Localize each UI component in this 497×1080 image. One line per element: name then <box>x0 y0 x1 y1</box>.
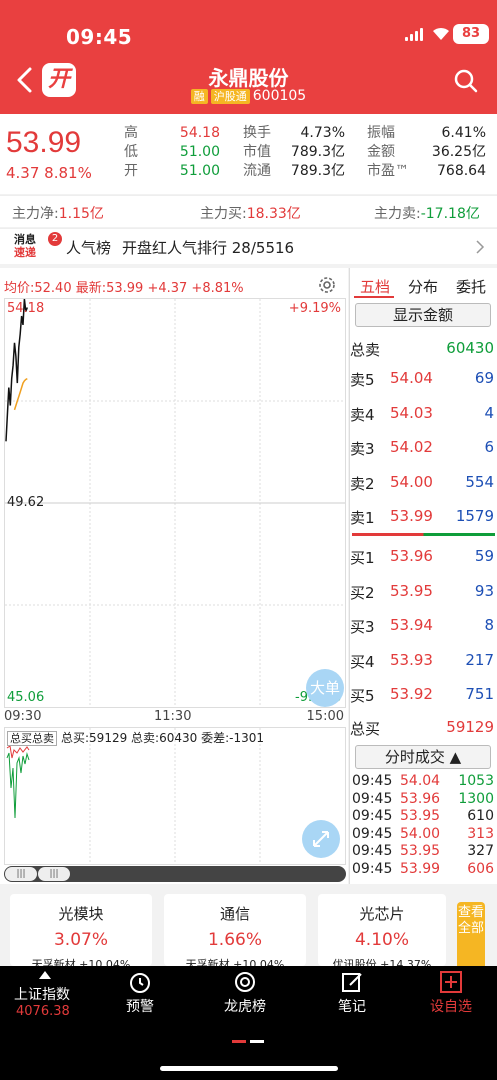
ask-row[interactable]: 卖3 54.02 6 <box>350 436 496 460</box>
time-start: 09:30 <box>4 709 42 724</box>
sector-cards: 光模块 3.07% 天孚新材 +10.04% 通信 1.66% 天孚新材 +10.04%… <box>0 884 497 971</box>
home-indicator <box>160 1066 338 1071</box>
price-chart[interactable]: 54.18 +9.19% 49.62 45.06 -9.19% 大单 <box>4 298 346 708</box>
hgt-tag: 沪股通 <box>210 89 250 104</box>
tick-row: 09:45 53.96 1300 <box>352 790 494 807</box>
tick-row: 09:45 53.95 610 <box>352 808 494 824</box>
show-amount-button[interactable]: 显示金额 <box>355 303 491 327</box>
bid-row[interactable]: 买3 53.94 8 <box>350 614 496 638</box>
order-volume-svg <box>6 728 261 864</box>
chart-info: 均价:52.40 最新:53.99 +4.37 +8.81% <box>4 281 244 296</box>
expand-icon[interactable] <box>302 820 340 858</box>
quote-col-2: 换手 4.73% 市值 789.3亿 流通 789.3亿 <box>243 125 345 179</box>
nav-alert[interactable]: 预警 <box>126 970 154 1016</box>
target-icon <box>235 972 255 992</box>
nav-add-watchlist[interactable]: 设自选 <box>430 970 472 1016</box>
battery-icon: 83 <box>453 24 489 44</box>
margin-tag: 融 <box>190 89 208 104</box>
scroll-handle-right[interactable]: ||| <box>38 867 70 881</box>
price-change: 4.37 8.81% <box>6 164 92 182</box>
index-value: 4076.38 <box>16 1004 70 1019</box>
y-bot-label: 45.06 <box>7 690 45 705</box>
alarm-clock-icon <box>130 973 150 993</box>
ask-row[interactable]: 卖4 54.03 4 <box>350 402 496 426</box>
time-mid: 11:30 <box>154 709 192 724</box>
app-header: 09:45 83 开 永鼎股份 融沪股通 600105 <box>0 0 497 114</box>
nav-dragon-tiger[interactable]: 龙虎榜 <box>224 970 266 1016</box>
quote-col-1: 高 54.18 低 51.00 开 51.00 <box>124 125 220 179</box>
tab-orders[interactable]: 委托 <box>456 276 486 297</box>
price-chart-svg <box>5 299 345 707</box>
y-mid-label: 49.62 <box>7 495 45 510</box>
signal-icon <box>405 27 423 41</box>
stock-subtitle: 融沪股通 600105 <box>0 88 497 104</box>
capital-flow-bar[interactable]: 主力净:1.15亿 主力买:18.33亿 主力卖:-17.18亿 <box>0 195 497 227</box>
big-order-button[interactable]: 大单 <box>306 669 344 707</box>
ask-row[interactable]: 卖1 53.99 1579 <box>350 505 496 529</box>
tick-row: 09:45 53.95 327 <box>352 843 494 859</box>
bid-row[interactable]: 买2 53.95 93 <box>350 580 496 604</box>
news-text: 开盘红人气排行 28/5516 <box>122 239 295 257</box>
settings-gear-icon[interactable] <box>316 274 338 296</box>
order-book-panel: 五档 分布 委托 显示金额 总卖 60430 卖5 54.04 69 卖4 54.03 4 卖… <box>349 268 497 884</box>
bottom-nav: 上证指数 4076.38 预警 龙虎榜 笔记 设自选 <box>0 966 497 1080</box>
ask-row[interactable]: 卖5 54.04 69 <box>350 367 496 391</box>
spread-divider <box>352 533 495 536</box>
tab-distribution[interactable]: 分布 <box>408 276 438 297</box>
scroll-handle-left[interactable]: ||| <box>5 867 37 881</box>
stock-code: 600105 <box>252 88 307 104</box>
intraday-chart-panel: 均价:52.40 最新:53.99 +4.37 +8.81% 54.18 +9.… <box>0 268 348 884</box>
sub-chart-header: 总买总卖 总买:59129 总卖:60430 委差:-1301 <box>7 729 264 746</box>
sector-card[interactable]: 光芯片 4.10% 优讯股份 +14.37% <box>318 894 446 971</box>
tab-five-level[interactable]: 五档 <box>360 276 390 297</box>
tick-trades-toggle[interactable]: 分时成交 ▲ <box>355 745 491 769</box>
add-square-icon <box>440 971 462 993</box>
news-badge: 2 <box>48 232 62 246</box>
page-indicator <box>232 1040 264 1043</box>
wifi-icon <box>433 27 449 40</box>
note-edit-icon <box>342 973 362 992</box>
ask-row[interactable]: 卖2 54.00 554 <box>350 471 496 495</box>
y-top-label: 54.18 <box>7 301 45 316</box>
sector-card[interactable]: 光模块 3.07% 天孚新材 +10.04% <box>10 894 152 971</box>
status-time: 09:45 <box>66 25 133 49</box>
avg-price-line <box>13 377 28 411</box>
chart-scrollbar[interactable]: ||| ||| <box>4 866 346 882</box>
news-tag: 人气榜 <box>66 239 112 257</box>
view-all-button[interactable]: 查看全部 <box>457 902 485 966</box>
bid-row[interactable]: 买4 53.93 217 <box>350 649 496 673</box>
total-buy-row: 总买 59129 <box>350 718 494 738</box>
sector-card[interactable]: 通信 1.66% 天孚新材 +10.04% <box>164 894 306 971</box>
nav-notes[interactable]: 笔记 <box>338 970 366 1016</box>
status-icons <box>405 26 451 41</box>
tick-row: 09:45 53.99 606 <box>352 860 494 877</box>
main-sell: 主力卖:-17.18亿 <box>374 206 480 222</box>
tick-row: 09:45 54.04 1053 <box>352 773 494 789</box>
bid-row[interactable]: 买5 53.92 751 <box>350 683 496 707</box>
pct-top-label: +9.19% <box>288 301 341 316</box>
news-ticker[interactable]: 消息 速递 2 人气榜 开盘红人气排行 28/5516 <box>0 228 497 264</box>
quote-panel: 53.99 4.37 8.81% 高 54.18 低 51.00 开 51.00 换手… <box>0 114 497 194</box>
sub-chart-select[interactable]: 总买总卖 <box>7 731 57 746</box>
index-name[interactable]: 上证指数 <box>14 984 70 1004</box>
time-axis: 09:30 11:30 15:00 <box>4 708 346 726</box>
last-price: 53.99 <box>6 126 82 159</box>
order-book-tabs: 五档 分布 委托 <box>350 270 497 298</box>
main-buy: 主力买:18.33亿 <box>200 206 301 222</box>
bid-row[interactable]: 买1 53.96 59 <box>350 545 496 569</box>
total-sell-row: 总卖 60430 <box>350 339 494 359</box>
caret-up-icon <box>39 971 51 979</box>
stock-name: 永鼎股份 <box>208 66 289 90</box>
chevron-right-icon <box>476 240 485 254</box>
quote-col-3: 振幅 6.41% 金额 36.25亿 市盈™ 768.64 <box>367 125 486 179</box>
main-net: 主力净:1.15亿 <box>12 206 104 222</box>
order-volume-chart[interactable]: 总买总卖 总买:59129 总卖:60430 委差:-1301 <box>4 727 346 865</box>
search-icon[interactable] <box>453 68 479 94</box>
price-line <box>5 299 29 442</box>
time-end: 15:00 <box>306 709 344 724</box>
tab-indicator <box>354 296 394 298</box>
tick-row: 09:45 54.00 313 <box>352 825 494 842</box>
